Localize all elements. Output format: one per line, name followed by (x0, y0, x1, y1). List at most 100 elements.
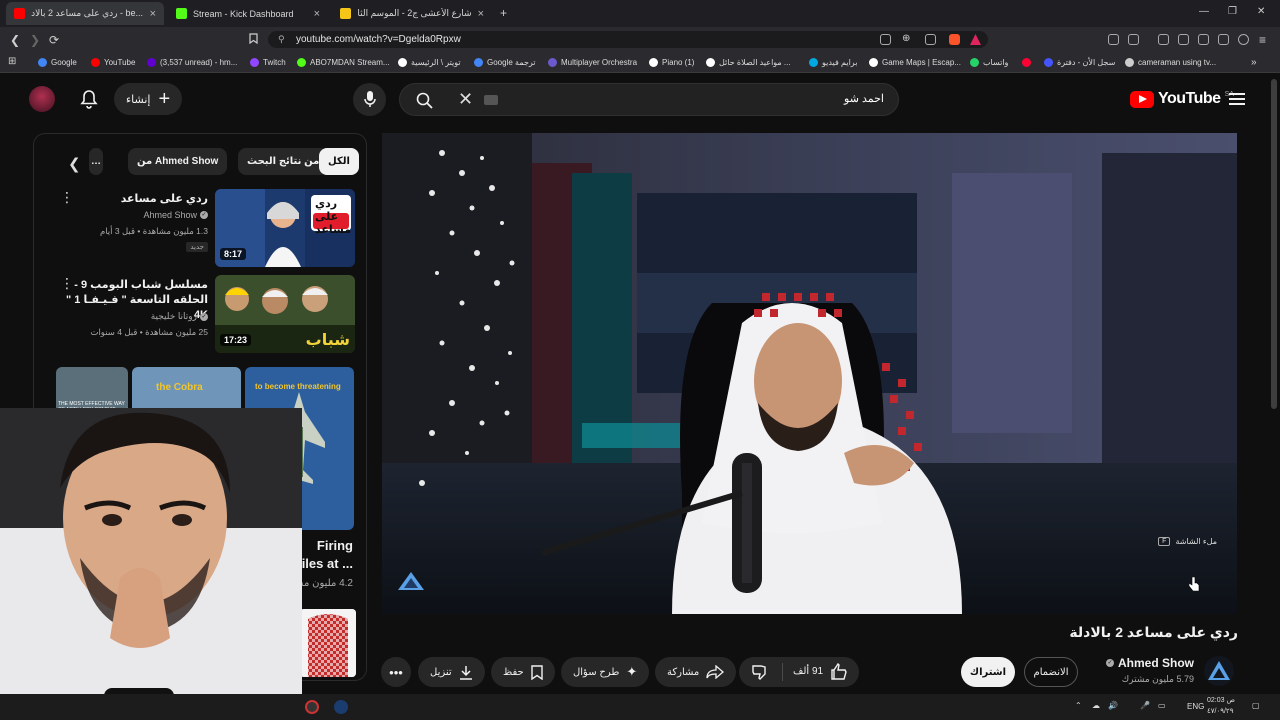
new-tab-button[interactable]: + (500, 6, 507, 20)
notification-center-icon[interactable]: ▢ (1252, 701, 1260, 710)
minimize-button[interactable]: — (1199, 6, 1209, 17)
bookmark-google-translate[interactable]: Google ترجمة (474, 56, 536, 69)
share-page-icon[interactable] (925, 34, 936, 45)
bookmark-twitter[interactable]: تويتر \ الرئيسية (398, 56, 461, 69)
mic-tray-icon[interactable]: 🎤 (1140, 701, 1150, 710)
like-icon[interactable] (830, 662, 848, 685)
tab-close-icon[interactable]: × (314, 8, 320, 20)
bookmark-twitch[interactable]: Twitch (250, 56, 286, 69)
list-item[interactable]: ردي على مساعد 8:17 ردي على مساعد ✓ Ahmed… (34, 189, 366, 271)
chip-from-search[interactable]: من نتائج البحث (238, 148, 329, 175)
screenshot-icon[interactable] (1128, 34, 1139, 45)
dislike-icon[interactable] (751, 664, 769, 685)
notifications-bell-icon[interactable] (80, 89, 98, 114)
like-count[interactable]: 91 ألف (793, 666, 823, 677)
join-button[interactable]: الانضمام (1024, 657, 1078, 687)
volume-icon[interactable]: 🔊 (1108, 701, 1118, 710)
bookmark-google[interactable]: Google (38, 56, 77, 69)
clear-search-icon[interactable]: ✕ (458, 89, 473, 110)
video-player[interactable]: F ملء الشاشة (382, 133, 1237, 614)
channel-name[interactable]: ✓ روتانا خليجية (151, 311, 208, 322)
reload-icon[interactable]: ⟳ (49, 33, 59, 47)
list-item[interactable]: شباب 17:23 مسلسل شباب البومب 9 - الحلقه … (34, 275, 366, 357)
video-title[interactable]: ردي على مساعد (58, 192, 208, 207)
channel-name[interactable]: ✓ Ahmed Show (1105, 656, 1194, 670)
search-icon[interactable] (416, 92, 433, 114)
bookmark-multiplayer-orchestra[interactable]: Multiplayer Orchestra (548, 56, 637, 69)
page-scrollbar[interactable] (1269, 73, 1280, 694)
youtube-logo[interactable]: YouTube SA (1130, 90, 1234, 108)
chip-more[interactable]: … (89, 148, 103, 175)
language-indicator[interactable]: ENG (1187, 702, 1204, 711)
tab-close-icon[interactable]: × (150, 8, 156, 20)
close-window-button[interactable]: ✕ (1257, 6, 1265, 17)
search-input[interactable] (524, 84, 884, 115)
vpn-icon[interactable] (1238, 34, 1249, 45)
bookmark-page-icon[interactable] (249, 33, 258, 47)
save-button[interactable]: حفظ (491, 657, 555, 687)
forward-icon[interactable]: ❯ (30, 33, 40, 47)
wallet-icon[interactable] (1198, 34, 1209, 45)
chip-from-channel[interactable]: من Ahmed Show (128, 148, 228, 175)
scrollbar-thumb[interactable] (1271, 79, 1277, 409)
site-info-icon[interactable]: ⚲ (278, 31, 285, 48)
channel-avatar[interactable] (1204, 656, 1234, 686)
tab-youtube-video[interactable]: ...be - ردي على مساعد 2 بالادلة × (6, 2, 164, 25)
brave-shield-icon[interactable] (949, 34, 960, 45)
bookmark-kick-stream[interactable]: ABO7MDAN Stream... (297, 56, 390, 69)
tab-close-icon[interactable]: × (478, 8, 484, 20)
hamburger-menu-icon[interactable] (1229, 93, 1245, 105)
voice-search-button[interactable] (353, 83, 386, 116)
clock-time[interactable]: 02:03 ص (1207, 696, 1235, 704)
media-icon[interactable] (1158, 34, 1169, 45)
more-actions-button[interactable]: ••• (381, 657, 411, 687)
display-icon[interactable]: ▭ (1158, 701, 1166, 710)
cast-icon[interactable] (880, 34, 891, 45)
bookmark-game-maps[interactable]: Game Maps | Escap... (869, 56, 961, 69)
bookmark-prayer-times[interactable]: مواعيد الصلاة حائل ... (706, 56, 791, 69)
bookmark-youtube[interactable]: YouTube (91, 56, 135, 69)
create-button[interactable]: إنشاء + (114, 83, 183, 115)
channel-watermark-icon[interactable] (396, 571, 426, 596)
url-text: youtube.com/watch?v=Dgelda0Rpxw (296, 34, 461, 45)
leo-ai-icon[interactable] (1218, 34, 1229, 45)
bookmark-prime-video[interactable]: برايم فيديو (809, 56, 857, 69)
bookmark-piano[interactable]: Piano (1) (649, 56, 694, 69)
bookmark-daftra[interactable]: سجل الأن - دفترة (1044, 56, 1115, 69)
bookmark-whatsapp[interactable]: واتساب (970, 56, 1008, 69)
chips-prev-icon[interactable]: ❮ (68, 155, 81, 173)
share-button[interactable]: مشاركة (655, 657, 737, 687)
svg-text:شباب: شباب (306, 330, 350, 349)
bookmark-mail[interactable]: (3,537 unread) - hm... (147, 56, 237, 69)
chip-all[interactable]: الكل (319, 148, 359, 175)
tray-chevron-icon[interactable]: ⌃ (1075, 701, 1082, 710)
kick-favicon-icon (176, 8, 187, 19)
ask-button[interactable]: طرح سؤال ✦ (561, 657, 650, 687)
account-avatar[interactable] (29, 86, 55, 112)
short-thumbnail[interactable] (300, 609, 356, 677)
obs-icon[interactable] (305, 700, 319, 714)
translate-icon (474, 58, 483, 67)
more-options-icon[interactable]: ⋮ (60, 276, 74, 290)
sidebar-toggle-icon[interactable] (1178, 34, 1189, 45)
channel-name[interactable]: ✓ Ahmed Show (143, 210, 208, 220)
restore-button[interactable]: ❐ (1228, 6, 1237, 17)
bookmarks-overflow-icon[interactable]: » (1251, 56, 1257, 69)
youtube-favicon-icon (14, 8, 25, 19)
more-options-icon[interactable]: ⋮ (60, 190, 74, 204)
apps-grid-icon[interactable]: ⊞ (8, 56, 16, 67)
network-icon[interactable]: ☁ (1092, 701, 1100, 710)
extensions-icon[interactable] (1108, 34, 1119, 45)
steam-icon[interactable] (334, 700, 348, 714)
bookmark-cameraman[interactable]: cameraman using tv... (1125, 56, 1216, 69)
tab-kick-dashboard[interactable]: Stream - Kick Dashboard × (168, 2, 328, 25)
tab-series-episode[interactable]: شارع الأعشى ج2 - الموسم الثاني - #29... … (332, 2, 492, 25)
back-icon[interactable]: ❮ (10, 33, 20, 47)
clock-date[interactable]: ٤٧/٠٩/٢٩ (1207, 707, 1233, 715)
browser-menu-icon[interactable]: ≡ (1259, 33, 1266, 47)
zoom-icon[interactable]: ⊕ (902, 33, 910, 44)
download-button[interactable]: تنزيل (418, 657, 485, 687)
subscribe-button[interactable]: اشتراك (961, 657, 1015, 687)
keyboard-icon[interactable] (484, 95, 498, 105)
bookmark-red[interactable] (1022, 56, 1031, 69)
